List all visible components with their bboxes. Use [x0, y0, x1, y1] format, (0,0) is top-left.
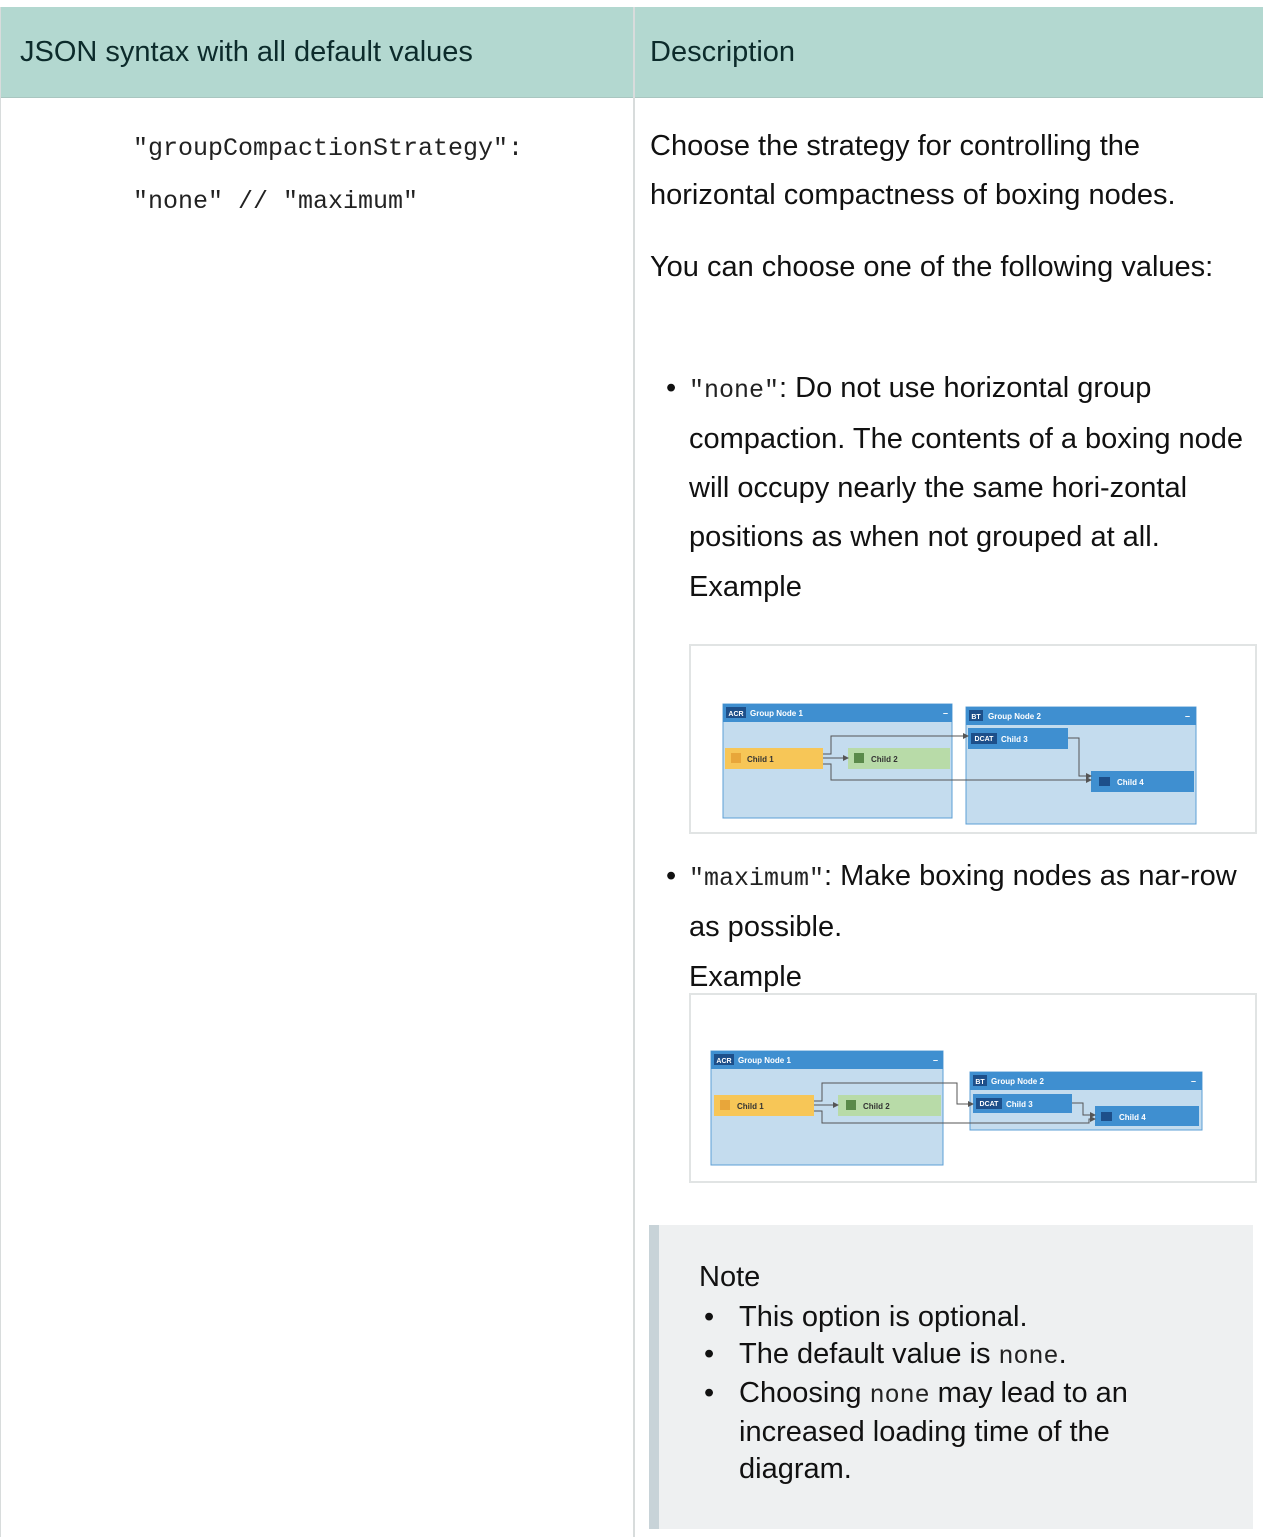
group1-title: Group Node 1 [750, 709, 803, 718]
group1-badge: ACR [728, 711, 743, 718]
child3-badge: DCAT [975, 736, 995, 743]
bullet-dot: • [666, 860, 677, 892]
child1-label: Child 1 [747, 755, 774, 764]
child2-label: Child 2 [871, 755, 898, 764]
group2-title: Group Node 2 [988, 712, 1041, 721]
group2-badge: BT [971, 714, 981, 721]
svg-text:DCAT: DCAT [980, 1101, 1000, 1108]
svg-text:Child 2: Child 2 [863, 1102, 890, 1111]
option-none: • "none": Do not use horizontal group co… [650, 364, 1250, 612]
svg-text:–: – [1191, 1076, 1196, 1086]
note-list: • This option is optional. • The default v… [699, 1299, 1219, 1488]
header-json-syntax: JSON syntax with all default values [20, 36, 473, 68]
table-header-row: JSON syntax with all default values Desc… [0, 7, 1263, 98]
child4-label: Child 4 [1117, 778, 1144, 787]
option-maximum: • "maximum": Make boxing nodes as nar-ro… [650, 852, 1250, 1002]
note-item: • Choosing none may lead to an increased … [704, 1377, 1128, 1485]
option-value: "maximum" [689, 864, 825, 893]
intro-text: Choose the strategy for controlling the … [650, 130, 1176, 211]
option-value: "none" [689, 376, 780, 405]
svg-text:–: – [933, 1055, 938, 1065]
note-box: Note • This option is optional. • The defa… [649, 1225, 1253, 1529]
svg-text:Child 1: Child 1 [737, 1102, 764, 1111]
example-diagram: ACR Group Node 1 – Child 1 Child 2 BT Gr… [722, 703, 1197, 825]
example-image-none: ACR Group Node 1 – Child 1 Child 2 BT Gr… [689, 644, 1257, 834]
child3-label: Child 3 [1001, 735, 1028, 744]
note-item: • This option is optional. [704, 1301, 1028, 1333]
note-title: Note [699, 1261, 761, 1293]
code-line-1: "groupCompactionStrategy": [133, 134, 524, 163]
svg-text:Group Node 1: Group Node 1 [738, 1056, 791, 1065]
json-syntax-code: "groupCompactionStrategy": "none" // "ma… [133, 122, 523, 228]
example-diagram: ACR Group Node 1 – Child 1 Child 2 BT Gr… [710, 1050, 1203, 1166]
svg-text:Group Node 2: Group Node 2 [991, 1077, 1044, 1086]
inline-code: none [998, 1342, 1059, 1371]
description-intro: Choose the strategy for controlling the … [650, 122, 1250, 220]
svg-text:ACR: ACR [716, 1058, 731, 1065]
column-divider [633, 7, 635, 1537]
choose-text: You can choose one of the following valu… [650, 251, 1214, 283]
svg-text:–: – [1185, 711, 1190, 721]
svg-text:BT: BT [975, 1079, 985, 1086]
inline-code: none [869, 1381, 930, 1410]
example-label: Example [689, 571, 802, 603]
code-line-2: "none" // "maximum" [133, 187, 419, 216]
table-left-border [0, 7, 1, 1537]
svg-text:Child 3: Child 3 [1006, 1100, 1033, 1109]
note-item: • The default value is none. [704, 1338, 1067, 1371]
options-table: JSON syntax with all default values Desc… [0, 7, 1263, 1537]
bullet-dot: • [666, 372, 677, 404]
example-image-maximum: ACR Group Node 1 – Child 1 Child 2 BT Gr… [689, 993, 1257, 1183]
svg-text:–: – [943, 708, 948, 718]
header-description: Description [650, 36, 796, 68]
svg-text:Child 4: Child 4 [1119, 1113, 1146, 1122]
